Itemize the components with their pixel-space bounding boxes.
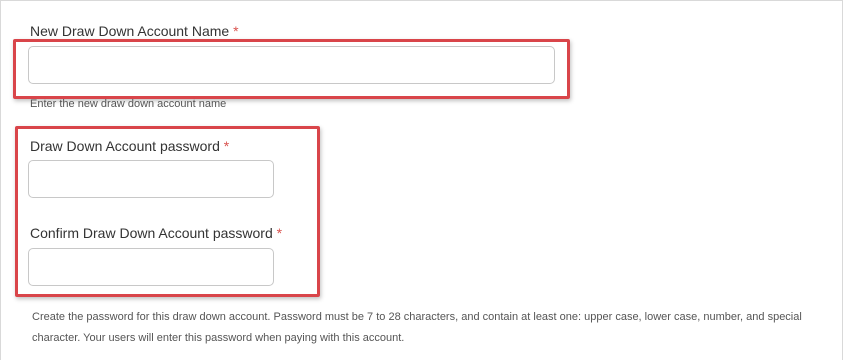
password-help-text: Create the password for this draw down a… [32, 311, 802, 344]
account-name-hint: Enter the new draw down account name [30, 98, 227, 110]
highlight-box [13, 39, 570, 99]
required-marker: * [233, 23, 239, 39]
highlight-box [15, 126, 320, 297]
account-name-label: New Draw Down Account Name * [30, 23, 239, 39]
